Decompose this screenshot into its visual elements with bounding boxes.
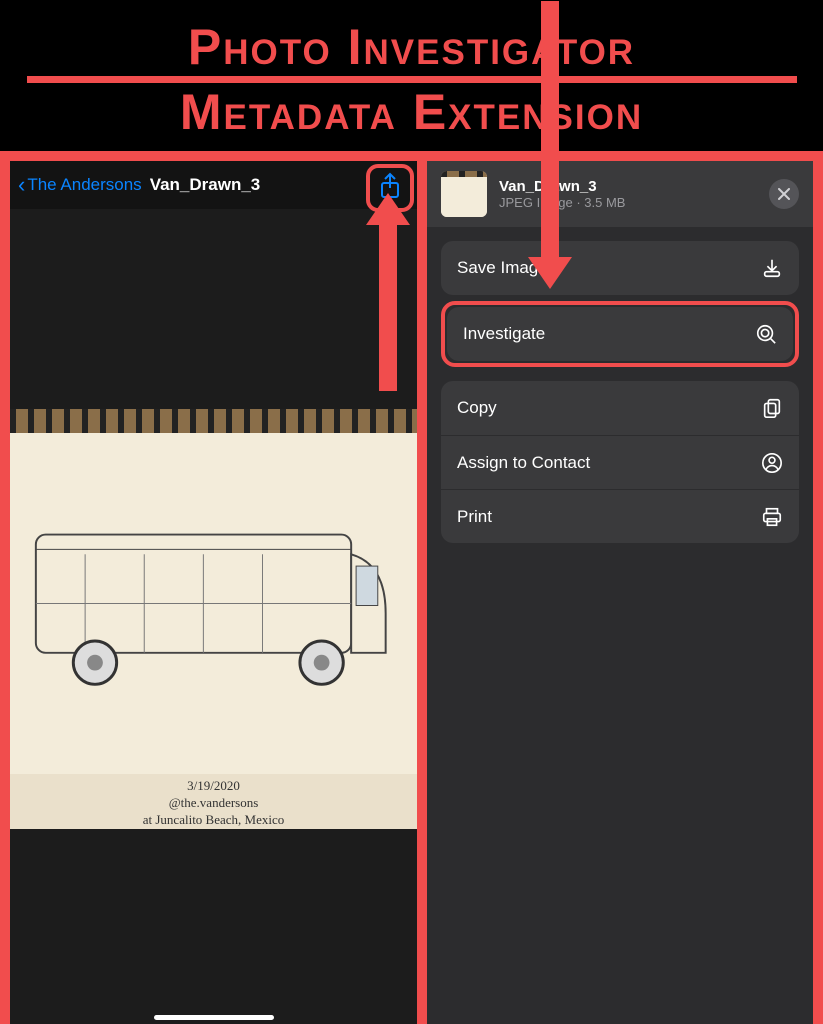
sketch-paper: [10, 433, 417, 774]
home-indicator[interactable]: [154, 1015, 274, 1020]
investigate-highlight: Investigate: [441, 301, 799, 367]
panels-frame: ‹ The Andersons Van_Drawn_3: [0, 151, 823, 1024]
nav-bar: ‹ The Andersons Van_Drawn_3: [10, 161, 417, 209]
image-area[interactable]: 3/19/2020 @the.vandersons at Juncalito B…: [10, 209, 417, 1024]
share-thumbnail: [441, 171, 487, 217]
action-print[interactable]: Print: [441, 489, 799, 543]
action-investigate[interactable]: Investigate: [447, 307, 793, 361]
back-album-label: The Andersons: [27, 175, 141, 195]
annotation-arrow-down: [541, 1, 559, 261]
person-circle-icon: [761, 452, 783, 474]
action-investigate-label: Investigate: [463, 324, 755, 344]
back-button[interactable]: ‹ The Andersons: [18, 172, 142, 198]
photo-content: 3/19/2020 @the.vandersons at Juncalito B…: [10, 409, 417, 829]
caption-date: 3/19/2020: [187, 778, 240, 793]
action-save-image[interactable]: Save Image: [441, 241, 799, 295]
action-group-investigate: Investigate: [447, 307, 793, 361]
action-copy-label: Copy: [457, 398, 761, 418]
share-meta: Van_Drawn_3 JPEG Image · 3.5 MB: [499, 178, 757, 210]
marketing-title-line2: Metadata Extension: [180, 87, 643, 137]
share-filename: Van_Drawn_3: [499, 178, 757, 195]
copy-icon: [761, 397, 783, 419]
share-filesize: 3.5 MB: [584, 195, 625, 210]
marketing-title-line1: Photo Investigator: [188, 22, 635, 72]
action-save-image-label: Save Image: [457, 258, 761, 278]
chevron-left-icon: ‹: [18, 172, 25, 198]
download-icon: [761, 257, 783, 279]
photo-viewer-panel: ‹ The Andersons Van_Drawn_3: [10, 161, 417, 1024]
sketch-caption: 3/19/2020 @the.vandersons at Juncalito B…: [10, 778, 417, 829]
close-button[interactable]: [769, 179, 799, 209]
camera-search-icon: [755, 323, 777, 345]
van-drawing-icon: [26, 467, 400, 740]
action-copy[interactable]: Copy: [441, 381, 799, 435]
caption-handle: @the.vandersons: [169, 795, 259, 810]
share-subtitle: JPEG Image · 3.5 MB: [499, 195, 757, 210]
action-group-save: Save Image: [441, 241, 799, 295]
marketing-header: Photo Investigator Metadata Extension: [0, 0, 823, 150]
promo-root: Photo Investigator Metadata Extension ‹ …: [0, 0, 823, 1024]
marketing-divider: [27, 76, 797, 83]
sketchbook-binding-icon: [10, 409, 417, 433]
printer-icon: [761, 506, 783, 528]
share-header: Van_Drawn_3 JPEG Image · 3.5 MB: [427, 161, 813, 227]
action-assign-label: Assign to Contact: [457, 453, 761, 473]
share-sheet-panel: Van_Drawn_3 JPEG Image · 3.5 MB: [427, 161, 813, 1024]
action-assign-to-contact[interactable]: Assign to Contact: [441, 435, 799, 489]
caption-location: at Juncalito Beach, Mexico: [143, 812, 285, 827]
share-filetype: JPEG Image: [499, 195, 573, 210]
action-group-misc: Copy Assign to Contact: [441, 381, 799, 543]
action-print-label: Print: [457, 507, 761, 527]
close-icon: [778, 188, 790, 200]
panel-separator: [417, 161, 427, 1024]
